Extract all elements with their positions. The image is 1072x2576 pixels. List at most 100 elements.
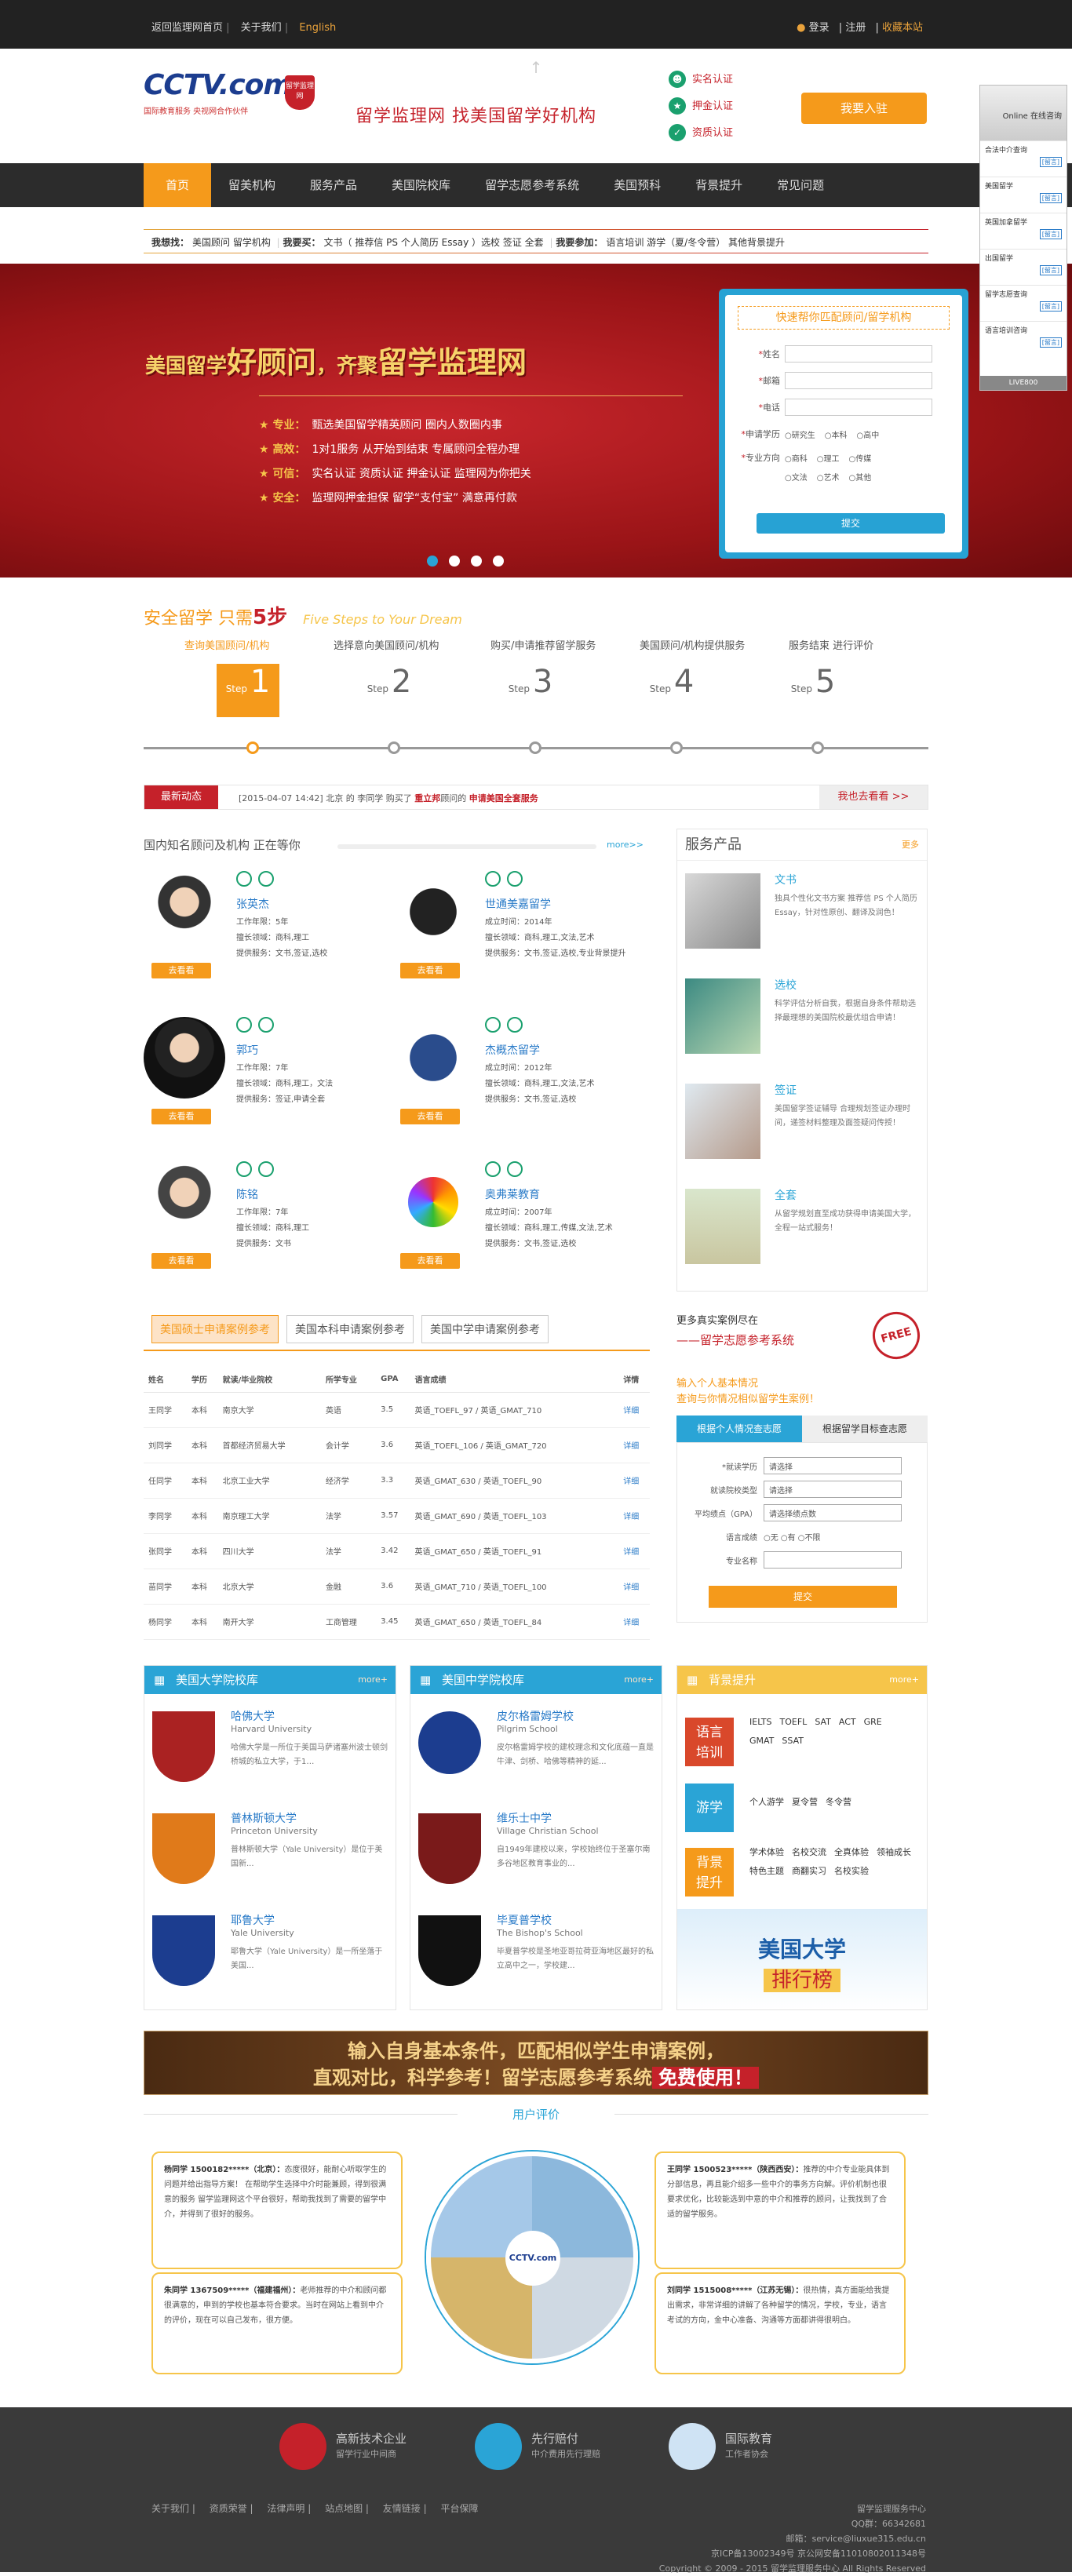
footer-link[interactable]: 站点地图 (325, 2503, 363, 2514)
english-link[interactable]: English (299, 22, 336, 34)
tag-link[interactable]: SAT (815, 1713, 831, 1732)
detail-link[interactable]: 详细 (618, 1604, 650, 1640)
carousel-dot[interactable] (427, 556, 438, 567)
carousel-dot[interactable] (493, 556, 504, 567)
unilib-more-link[interactable]: more+ (358, 1666, 388, 1694)
advisor-card[interactable]: 去看看 郭巧 工作年限：7年 擅长领域：商科,理工，文法 提供服务：签证,申请全套 (144, 1017, 410, 1150)
leave-message-button[interactable]: [留言] (1039, 265, 1062, 275)
nav-products[interactable]: 服务产品 (293, 163, 374, 207)
footer-link[interactable]: 资质荣誉 (210, 2503, 247, 2514)
visit-button[interactable]: 去看看 (400, 1253, 460, 1269)
agency-name[interactable]: 世通美嘉留学 (485, 896, 551, 912)
side-service-item[interactable]: 美国留学 [留言] (980, 177, 1067, 213)
agency-card[interactable]: 去看看 世通美嘉留学 成立时间：2014年 擅长领域：商科,理工,文法,艺术 提供服… (392, 871, 659, 1004)
carousel-dot[interactable] (471, 556, 482, 567)
tag-link[interactable]: GMAT (749, 1732, 774, 1751)
side-service-item[interactable]: 英国加拿留学 [留言] (980, 213, 1067, 249)
degree-radio[interactable]: ○高中 (856, 428, 879, 440)
detail-link[interactable]: 详细 (618, 1427, 650, 1463)
step-5[interactable]: Step 5 (782, 664, 844, 717)
tag-link[interactable]: ACT (839, 1713, 856, 1732)
tag-link[interactable]: 个人游学 (749, 1793, 784, 1812)
site-logo[interactable]: CCTV.com 国际教育服务 央视网合作伙伴 留学监理网 (144, 69, 315, 138)
degree-radio[interactable]: ○本科 (825, 428, 848, 440)
favorite-link[interactable]: 收藏本站 (882, 22, 923, 34)
nav-school-lib[interactable]: 美国院校库 (374, 163, 468, 207)
advisor-card[interactable]: 去看看 陈铭 工作年限：7年 擅长领域：商科,理工 提供服务：文书 (144, 1161, 410, 1295)
login-link[interactable]: 登录 (809, 22, 830, 34)
tag-link[interactable]: TOEFL (780, 1713, 808, 1732)
step-4[interactable]: Step 4 (640, 664, 703, 717)
visit-button[interactable]: 去看看 (151, 1253, 211, 1269)
email-input[interactable] (785, 372, 932, 389)
service-item[interactable]: 全套 从留学规划直至成功获得申请美国大学，全程一站式服务！ (685, 1181, 921, 1281)
school-item[interactable]: 毕夏普学校 The Bishop's School 毕夏普学校是圣地亚哥拉荷亚海地区… (418, 1901, 654, 2003)
step-1[interactable]: Step 1 (217, 664, 279, 717)
news-more-button[interactable]: 我也去看看 >> (819, 785, 928, 809)
step-label[interactable]: 查询美国顾问/机构 (184, 637, 334, 652)
step-label[interactable]: 美国顾问/机构提供服务 (640, 637, 789, 652)
join-links[interactable]: 语言培训 游学（夏/冬令营） 其他背景提升 (606, 237, 785, 248)
tag-link[interactable]: SSAT (782, 1732, 804, 1751)
major-radio[interactable]: ○其他 (848, 471, 871, 483)
form-submit-button[interactable]: 提交 (757, 513, 945, 534)
major-radio[interactable]: ○商科 (785, 452, 808, 464)
footer-link[interactable]: 关于我们 (151, 2503, 189, 2514)
tag-link[interactable]: 名校交流 (792, 1843, 826, 1862)
detail-link[interactable]: 详细 (618, 1533, 650, 1569)
bglift-more-link[interactable]: more+ (889, 1666, 919, 1694)
join-button[interactable]: 我要入驻 (801, 93, 927, 124)
nav-prep[interactable]: 美国预科 (596, 163, 678, 207)
tag-link[interactable]: 名校实验 (834, 1862, 869, 1881)
detail-link[interactable]: 详细 (618, 1463, 650, 1499)
step-label[interactable]: 服务结束 进行评价 (789, 637, 938, 652)
side-service-item[interactable]: 合法中介查询 [留言] (980, 140, 1067, 177)
nav-faq[interactable]: 常见问题 (760, 163, 841, 207)
major-radio[interactable]: ○艺术 (817, 471, 840, 483)
school-item[interactable]: 皮尔格雷姆学校 Pilgrim School 皮尔格雷姆学校的建校理念和文化底蕴一直… (418, 1697, 654, 1799)
leave-message-button[interactable]: [留言] (1039, 337, 1062, 348)
service-item[interactable]: 签证 美国留学签证辅导 合理规划签证办理时间，递签材料整理及面签疑问传授！ (685, 1076, 921, 1176)
side-service-item[interactable]: 留学志愿查询 [留言] (980, 285, 1067, 321)
service-item[interactable]: 选校 科学评估分析自我，根据自身条件帮助选择最理想的美国院校最优组合申请！ (685, 971, 921, 1071)
school-item[interactable]: 耶鲁大学 Yale University 耶鲁大学（Yale University）… (152, 1901, 388, 2003)
tab-by-profile[interactable]: 根据个人情况查志愿 (676, 1416, 802, 1442)
phone-input[interactable] (785, 399, 932, 416)
background-block[interactable]: 背景 提升 (685, 1848, 734, 1896)
footer-link[interactable]: 平台保障 (440, 2503, 478, 2514)
visit-button[interactable]: 去看看 (400, 963, 460, 978)
hslib-more-link[interactable]: more+ (624, 1666, 654, 1694)
tag-link[interactable]: GRE (864, 1713, 882, 1732)
visit-button[interactable]: 去看看 (400, 1109, 460, 1124)
advisor-name[interactable]: 张英杰 (236, 896, 269, 912)
footer-link[interactable]: 友情链接 (383, 2503, 421, 2514)
detail-link[interactable]: 详细 (618, 1498, 650, 1534)
leave-message-button[interactable]: [留言] (1039, 193, 1062, 203)
advisor-card[interactable]: 去看看 张英杰 工作年限：5年 擅长领域：商科,理工 提供服务：文书,签证,选校 (144, 871, 410, 1004)
major-input[interactable] (764, 1551, 902, 1569)
visit-button[interactable]: 去看看 (151, 1109, 211, 1124)
tag-link[interactable]: 夏令营 (792, 1793, 818, 1812)
advisor-name[interactable]: 郭巧 (236, 1042, 258, 1058)
step-label[interactable]: 购买/申请推荐留学服务 (490, 637, 640, 652)
services-more-link[interactable]: 更多 (902, 829, 919, 861)
step-2[interactable]: Step 2 (358, 664, 421, 717)
nav-agencies[interactable]: 留美机构 (211, 163, 293, 207)
detail-link[interactable]: 详细 (618, 1392, 650, 1428)
online-consult[interactable]: Online 在线咨询 (980, 86, 1067, 140)
news-text[interactable]: [2015-04-07 14:42] 北京 的 李同学 购买了 重立邦顾问的 申… (239, 792, 538, 804)
major-radio[interactable]: ○理工 (817, 452, 840, 464)
major-radio[interactable]: ○传媒 (848, 452, 871, 464)
tag-link[interactable]: 特色主题 (749, 1862, 784, 1881)
school-item[interactable]: 维乐士中学 Village Christian School 自1949年建校以来，… (418, 1799, 654, 1901)
advisor-name[interactable]: 陈铭 (236, 1186, 258, 1202)
university-ranking-banner[interactable]: 美国大学 排行榜 (677, 1909, 927, 2009)
register-link[interactable]: 注册 (845, 22, 866, 34)
school-item[interactable]: 普林斯顿大学 Princeton University 普林斯顿大学（Yale Un… (152, 1799, 388, 1901)
agency-card[interactable]: 去看看 杰概杰留学 成立时间：2012年 擅长领域：商科,理工,文法,艺术 提供服务… (392, 1017, 659, 1150)
leave-message-button[interactable]: [留言] (1039, 157, 1062, 167)
about-link[interactable]: 关于我们 (241, 22, 282, 34)
detail-link[interactable]: 详细 (618, 1569, 650, 1605)
refsys-submit-button[interactable]: 提交 (709, 1586, 897, 1608)
degree-radio[interactable]: ○研究生 (785, 428, 815, 440)
